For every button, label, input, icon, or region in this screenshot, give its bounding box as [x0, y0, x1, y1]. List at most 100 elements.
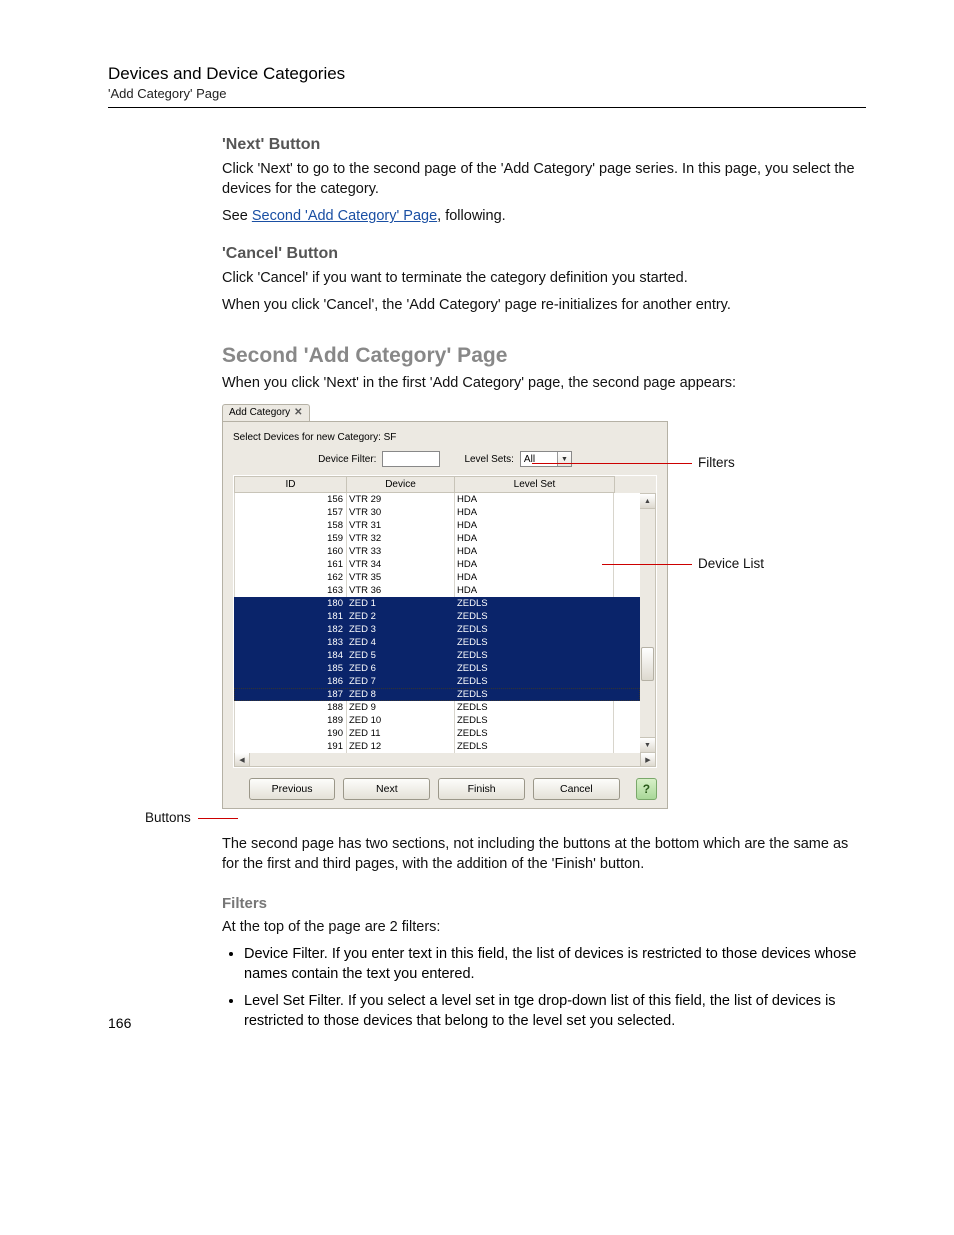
scroll-right-icon[interactable]: ▶ [640, 753, 655, 766]
cell-device: VTR 36 [347, 584, 455, 597]
cell-id: 160 [234, 545, 347, 558]
cell-device: ZED 4 [347, 636, 455, 649]
cell-levelset: ZEDLS [455, 623, 614, 636]
cell-device: ZED 6 [347, 662, 455, 675]
cell-id: 186 [234, 675, 347, 688]
table-row[interactable]: 189ZED 10ZEDLS [234, 714, 640, 727]
cell-id: 189 [234, 714, 347, 727]
callout-device-list: Device List [698, 556, 764, 571]
scroll-up-icon[interactable]: ▲ [640, 494, 655, 509]
col-id[interactable]: ID [234, 476, 347, 493]
table-rows: 156VTR 29HDA157VTR 30HDA158VTR 31HDA159V… [234, 493, 640, 753]
table-row[interactable]: 157VTR 30HDA [234, 506, 640, 519]
heading-second-add-category: Second 'Add Category' Page [222, 344, 866, 368]
cell-levelset: HDA [455, 519, 614, 532]
table-row[interactable]: 182ZED 3ZEDLS [234, 623, 640, 636]
cell-levelset: ZEDLS [455, 610, 614, 623]
col-device[interactable]: Device [347, 476, 455, 493]
cell-id: 180 [234, 597, 347, 610]
cell-levelset: HDA [455, 558, 614, 571]
table-row[interactable]: 183ZED 4ZEDLS [234, 636, 640, 649]
paragraph: When you click 'Next' in the first 'Add … [222, 374, 866, 394]
paragraph: The second page has two sections, not in… [222, 835, 866, 874]
help-button[interactable]: ? [636, 778, 657, 800]
table-row[interactable]: 184ZED 5ZEDLS [234, 649, 640, 662]
cell-id: 156 [234, 493, 347, 506]
cell-device: ZED 10 [347, 714, 455, 727]
tab-add-category[interactable]: Add Category ✕ [222, 404, 310, 421]
scroll-down-icon[interactable]: ▼ [640, 737, 655, 752]
table-row[interactable]: 187ZED 8ZEDLS [234, 688, 640, 701]
table-row[interactable]: 158VTR 31HDA [234, 519, 640, 532]
table-row[interactable]: 180ZED 1ZEDLS [234, 597, 640, 610]
scroll-thumb[interactable] [641, 647, 654, 681]
cell-id: 181 [234, 610, 347, 623]
hscroll-track[interactable] [250, 753, 640, 766]
device-table: ID Device Level Set 156VTR 29HDA157VTR 3… [233, 475, 657, 768]
col-levelset[interactable]: Level Set [455, 476, 615, 493]
cell-levelset: HDA [455, 584, 614, 597]
close-icon[interactable]: ✕ [294, 407, 302, 418]
previous-button[interactable]: Previous [249, 778, 336, 800]
table-row[interactable]: 159VTR 32HDA [234, 532, 640, 545]
table-row[interactable]: 161VTR 34HDA [234, 558, 640, 571]
next-button[interactable]: Next [343, 778, 430, 800]
paragraph: See Second 'Add Category' Page, followin… [222, 207, 866, 227]
header-subtitle: 'Add Category' Page [108, 86, 866, 101]
cell-id: 188 [234, 701, 347, 714]
table-row[interactable]: 163VTR 36HDA [234, 584, 640, 597]
callout-buttons: Buttons [145, 810, 191, 825]
callout-filters: Filters [698, 455, 735, 470]
link-second-add-category[interactable]: Second 'Add Category' Page [252, 208, 437, 224]
cell-id: 187 [234, 688, 347, 701]
horizontal-scrollbar[interactable]: ◀ ▶ [234, 753, 656, 767]
table-row[interactable]: 190ZED 11ZEDLS [234, 727, 640, 740]
scroll-left-icon[interactable]: ◀ [235, 753, 250, 766]
dialog-panel: Select Devices for new Category: SF Devi… [222, 421, 668, 809]
list-item: Device Filter. If you enter text in this… [244, 945, 866, 984]
table-row[interactable]: 181ZED 2ZEDLS [234, 610, 640, 623]
table-row[interactable]: 188ZED 9ZEDLS [234, 701, 640, 714]
device-filter-input[interactable] [382, 451, 440, 467]
table-row[interactable]: 191ZED 12ZEDLS [234, 740, 640, 753]
table-header: ID Device Level Set [234, 476, 656, 493]
cell-levelset: ZEDLS [455, 597, 614, 610]
cell-levelset: HDA [455, 506, 614, 519]
table-row[interactable]: 162VTR 35HDA [234, 571, 640, 584]
callout-line [532, 463, 692, 464]
cell-id: 190 [234, 727, 347, 740]
finish-button[interactable]: Finish [438, 778, 525, 800]
cell-levelset: ZEDLS [455, 740, 614, 753]
table-row[interactable]: 160VTR 33HDA [234, 545, 640, 558]
cancel-button[interactable]: Cancel [533, 778, 620, 800]
paragraph: When you click 'Cancel', the 'Add Catego… [222, 296, 866, 316]
callout-line [602, 564, 692, 565]
vertical-scrollbar[interactable]: ▲ ▼ [640, 493, 656, 753]
cell-device: ZED 9 [347, 701, 455, 714]
table-row[interactable]: 186ZED 7ZEDLS [234, 675, 640, 688]
cell-device: VTR 32 [347, 532, 455, 545]
cell-id: 182 [234, 623, 347, 636]
cell-levelset: ZEDLS [455, 662, 614, 675]
header-title: Devices and Device Categories [108, 64, 866, 84]
levelsets-dropdown[interactable]: All ▼ [520, 451, 572, 467]
cell-id: 185 [234, 662, 347, 675]
scroll-track[interactable] [640, 509, 655, 737]
cell-levelset: ZEDLS [455, 701, 614, 714]
cell-device: ZED 1 [347, 597, 455, 610]
filters-row: Device Filter: Level Sets: All ▼ [233, 451, 657, 467]
cell-levelset: HDA [455, 545, 614, 558]
cell-id: 183 [234, 636, 347, 649]
table-row[interactable]: 156VTR 29HDA [234, 493, 640, 506]
page-header: Devices and Device Categories 'Add Categ… [108, 64, 866, 108]
cell-id: 161 [234, 558, 347, 571]
cell-levelset: ZEDLS [455, 727, 614, 740]
table-row[interactable]: 185ZED 6ZEDLS [234, 662, 640, 675]
text: , following. [437, 208, 506, 224]
cell-levelset: HDA [455, 532, 614, 545]
cell-levelset: HDA [455, 571, 614, 584]
cell-id: 163 [234, 584, 347, 597]
callout-line [198, 818, 238, 819]
cell-id: 162 [234, 571, 347, 584]
header-rule [108, 107, 866, 108]
